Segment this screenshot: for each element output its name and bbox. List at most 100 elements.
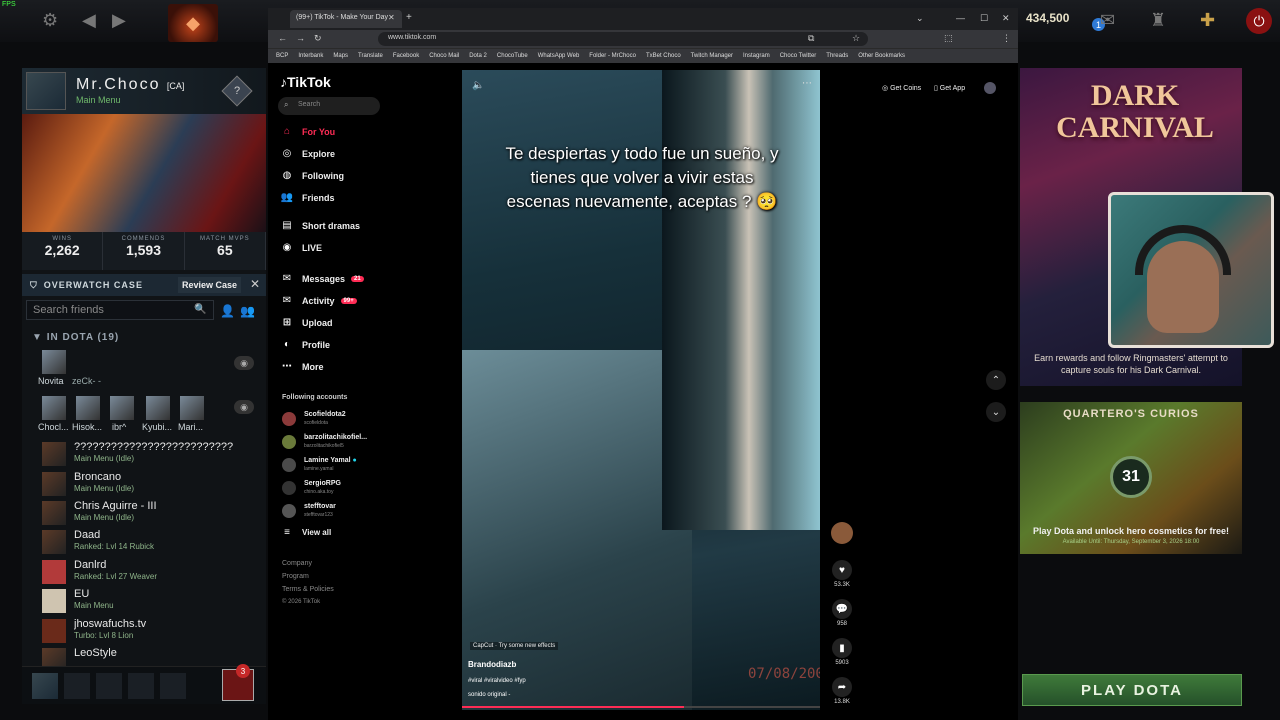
share-button[interactable]: ➦ 13.8K bbox=[830, 677, 854, 705]
friend-item[interactable]: Danlrd Ranked: Lvl 27 Weaver bbox=[42, 558, 262, 586]
view-all-link[interactable]: ≡ View all bbox=[280, 527, 331, 538]
bookmark[interactable]: Interbank bbox=[298, 53, 323, 59]
window-close-icon[interactable]: ✕ bbox=[1002, 13, 1010, 24]
footer-terms[interactable]: Terms & Policies bbox=[282, 586, 334, 593]
capcut-tag[interactable]: CapCut · Try some new effects bbox=[470, 642, 559, 650]
bookmark[interactable]: WhatsApp Web bbox=[538, 53, 580, 59]
friend-item[interactable]: EU Main Menu bbox=[42, 587, 262, 615]
bookmark[interactable]: Choco Mail bbox=[429, 53, 459, 59]
creator-avatar[interactable] bbox=[830, 522, 854, 544]
bookmark[interactable]: TxBet Choco bbox=[646, 53, 681, 59]
nav-following[interactable]: ◍ Following bbox=[280, 170, 344, 181]
nav-live[interactable]: ◉ LIVE bbox=[280, 242, 322, 253]
friend-item[interactable]: Broncano Main Menu (Idle) bbox=[42, 470, 262, 498]
friend-item[interactable]: Daad Ranked: Lvl 14 Rubick bbox=[42, 528, 262, 556]
nav-more[interactable]: ⋯ More bbox=[280, 361, 324, 372]
minimize-icon[interactable]: — bbox=[956, 13, 965, 23]
bookmark[interactable]: BCP bbox=[276, 53, 288, 59]
tab-list-icon[interactable]: ⌄ bbox=[916, 13, 924, 24]
bookmark[interactable]: Folder - MrChoco bbox=[589, 53, 636, 59]
user-avatar[interactable] bbox=[984, 82, 996, 94]
close-tab-icon[interactable]: ✕ bbox=[388, 13, 395, 22]
previous-video-button[interactable]: ⌃ bbox=[986, 370, 1006, 390]
nav-activity[interactable]: ✉ Activity 99+ bbox=[280, 295, 357, 306]
tab-tiktok[interactable]: (99+) TikTok - Make Your Day bbox=[290, 10, 402, 28]
avatar[interactable] bbox=[26, 72, 66, 110]
back-icon[interactable]: ← bbox=[278, 33, 287, 43]
comment-button[interactable]: 💬 958 bbox=[830, 599, 854, 627]
get-coins-button[interactable]: ◎ Get Coins bbox=[882, 84, 921, 92]
account-item[interactable]: stefftovar stefftovar123 bbox=[282, 502, 402, 522]
bookmark[interactable]: Translate bbox=[358, 53, 383, 59]
close-icon[interactable]: ✕ bbox=[250, 277, 260, 291]
party-slot[interactable] bbox=[96, 673, 122, 699]
nav-upload[interactable]: ⊞ Upload bbox=[280, 317, 333, 328]
nav-explore[interactable]: ◎ Explore bbox=[280, 148, 335, 159]
footer-program[interactable]: Program bbox=[282, 573, 309, 580]
play-dota-button[interactable]: PLAY DOTA bbox=[1022, 674, 1242, 706]
video-author[interactable]: Brandodiazb bbox=[468, 660, 516, 669]
rank-medal-icon[interactable]: ? bbox=[221, 75, 253, 107]
volume-icon[interactable]: 🔈 bbox=[472, 80, 484, 91]
video-player[interactable]: 🔈 ⋯ Te despiertas y todo fue un sueño, y… bbox=[462, 70, 820, 710]
bookmark[interactable]: Maps bbox=[333, 53, 348, 59]
video-sound[interactable]: sonido original - bbox=[468, 692, 510, 698]
video-progress-bar[interactable] bbox=[462, 706, 820, 708]
new-tab-icon[interactable]: + bbox=[406, 12, 412, 23]
bookmark[interactable]: Twitch Manager bbox=[691, 53, 733, 59]
bookmark[interactable]: Other Bookmarks bbox=[858, 53, 905, 59]
forward-arrow-icon[interactable]: ▶ bbox=[112, 10, 126, 31]
bookmark[interactable]: Facebook bbox=[393, 53, 419, 59]
armory-icon[interactable]: ♜ bbox=[1150, 10, 1166, 31]
forward-icon[interactable]: → bbox=[296, 33, 305, 43]
back-arrow-icon[interactable]: ◀ bbox=[82, 10, 96, 31]
party-row-2[interactable]: Chocl... Hisok... ibr^ Kyubi... Mari... … bbox=[38, 396, 262, 434]
friend-item[interactable]: Chris Aguirre - III Main Menu (Idle) bbox=[42, 499, 262, 527]
search-friends-input[interactable]: Search friends bbox=[26, 300, 214, 320]
video-hashtags[interactable]: #viral #viralvideo #fyp bbox=[468, 678, 526, 684]
spectate-eye-icon[interactable]: ◉ bbox=[234, 400, 254, 414]
party-slot[interactable] bbox=[160, 673, 186, 699]
spectate-eye-icon[interactable]: ◉ bbox=[234, 356, 254, 370]
next-video-button[interactable]: ⌄ bbox=[986, 402, 1006, 422]
nav-profile[interactable]: ◐ Profile bbox=[280, 339, 330, 350]
settings-gear-icon[interactable]: ⚙ bbox=[42, 10, 58, 31]
nav-messages[interactable]: ✉ Messages 21 bbox=[280, 273, 364, 284]
friend-item[interactable]: jhoswafuchs.tv Turbo: Lvl 8 Lion bbox=[42, 617, 262, 645]
curios-panel[interactable]: QUARTERO'S CURIOS 31 Play Dota and unloc… bbox=[1020, 402, 1242, 554]
power-icon[interactable]: ⏻ bbox=[1246, 8, 1272, 34]
extension-icon[interactable]: ⧉ bbox=[808, 33, 814, 44]
account-item[interactable]: Scofieldota2 scofieldota bbox=[282, 410, 402, 430]
review-case-button[interactable]: Review Case bbox=[178, 277, 242, 293]
bookmark[interactable]: Dota 2 bbox=[469, 53, 487, 59]
more-options-icon[interactable]: ⋯ bbox=[802, 78, 812, 89]
account-item[interactable]: SergioRPG chino.aka.toy bbox=[282, 479, 402, 499]
menu-icon[interactable]: ⋮ bbox=[1002, 33, 1011, 44]
account-item[interactable]: Lamine Yamal ● lamine.yamal bbox=[282, 456, 402, 476]
account-item[interactable]: barzolitachikofiel... barzolitachikofiel5 bbox=[282, 433, 402, 453]
tiktok-search-input[interactable]: Search bbox=[278, 97, 380, 115]
mail-icon[interactable]: ✉ bbox=[1100, 10, 1115, 31]
nav-friends[interactable]: 👥 Friends bbox=[280, 192, 335, 203]
save-button[interactable]: ▮ 5903 bbox=[830, 638, 854, 666]
nav-short-dramas[interactable]: ▤ Short dramas bbox=[280, 220, 360, 231]
profile-name[interactable]: Mr.Choco [CA] bbox=[76, 76, 184, 94]
nav-for-you[interactable]: ⌂ For You bbox=[280, 126, 335, 137]
party-row-1[interactable]: Novita zeCk- - ◉ bbox=[38, 350, 262, 386]
friend-item[interactable]: ?????????????????????????? Main Menu (Idl… bbox=[42, 440, 262, 468]
get-app-button[interactable]: ▯ Get App bbox=[934, 84, 965, 92]
url-input[interactable]: www.tiktok.com bbox=[378, 32, 868, 46]
bookmark[interactable]: Instagram bbox=[743, 53, 770, 59]
party-slot-self[interactable] bbox=[32, 673, 58, 699]
extensions-puzzle-icon[interactable]: ⬚ bbox=[944, 33, 953, 44]
in-dota-header[interactable]: ▼ IN DOTA (19) bbox=[32, 332, 119, 343]
tiktok-logo[interactable]: ♪TikTok bbox=[280, 74, 331, 90]
dota-logo-icon[interactable]: ◆ bbox=[168, 4, 218, 42]
plus-shop-icon[interactable]: ✚ bbox=[1200, 10, 1215, 31]
maximize-icon[interactable]: ☐ bbox=[980, 13, 988, 24]
add-friend-icon[interactable]: 👤 bbox=[220, 304, 235, 318]
footer-company[interactable]: Company bbox=[282, 560, 312, 567]
reload-icon[interactable]: ↻ bbox=[314, 33, 322, 44]
party-slot[interactable] bbox=[64, 673, 90, 699]
bookmark[interactable]: Threads bbox=[826, 53, 848, 59]
